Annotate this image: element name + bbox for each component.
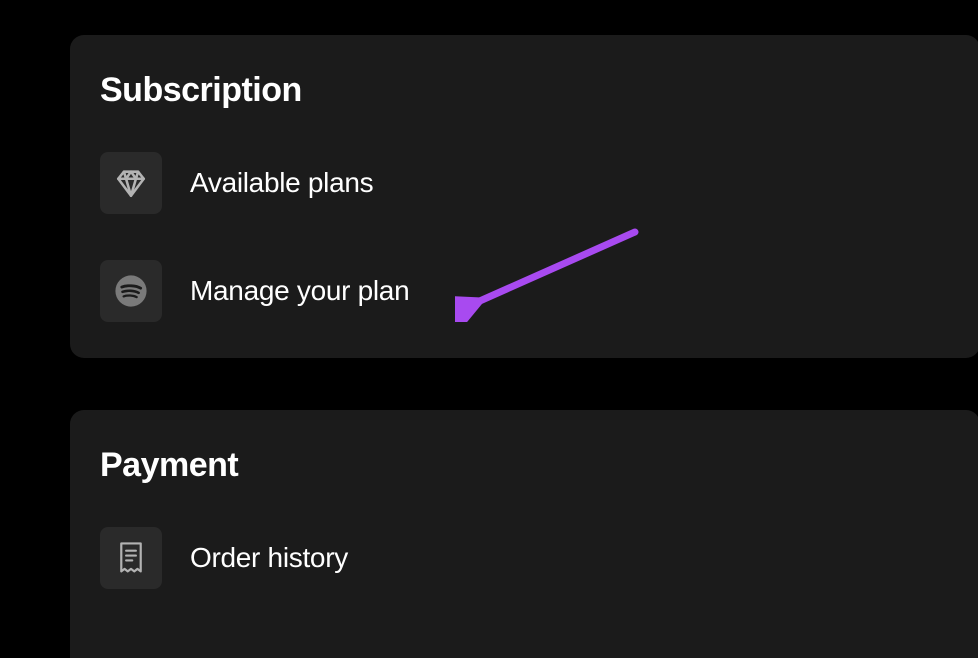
available-plans-label: Available plans xyxy=(190,167,373,199)
manage-your-plan-label: Manage your plan xyxy=(190,275,409,307)
order-history-label: Order history xyxy=(190,542,348,574)
order-history-button[interactable]: Order history xyxy=(100,527,950,589)
spotify-icon xyxy=(100,260,162,322)
manage-your-plan-button[interactable]: Manage your plan xyxy=(100,260,950,322)
diamond-icon xyxy=(100,152,162,214)
available-plans-button[interactable]: Available plans xyxy=(100,152,950,214)
payment-title: Payment xyxy=(100,446,950,485)
subscription-card: Subscription Available plans xyxy=(70,35,978,358)
payment-card: Payment Order history xyxy=(70,410,978,658)
settings-page: Subscription Available plans xyxy=(0,0,978,658)
receipt-icon xyxy=(100,527,162,589)
subscription-title: Subscription xyxy=(100,71,950,110)
